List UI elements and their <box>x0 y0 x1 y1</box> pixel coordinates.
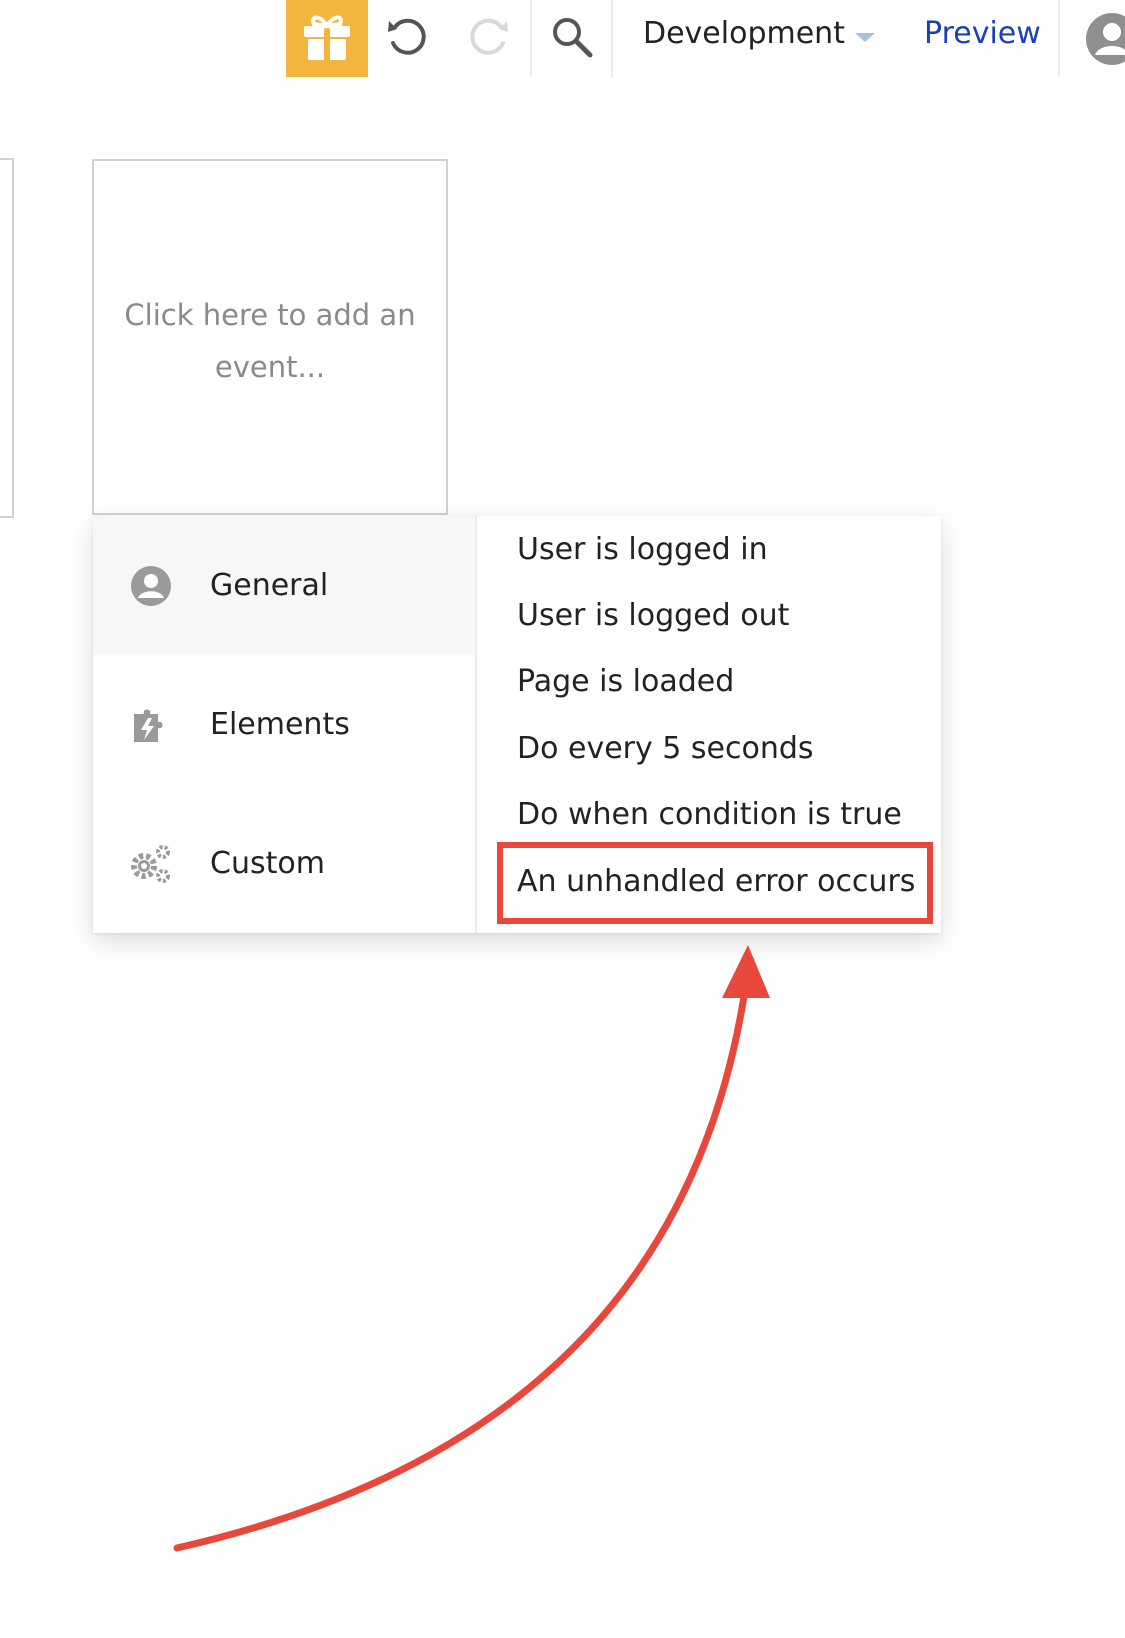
toolbar-divider <box>530 0 532 77</box>
category-label: General <box>210 568 329 603</box>
category-elements[interactable]: Elements <box>93 655 475 794</box>
toolbar-divider <box>1058 0 1060 77</box>
category-label: Custom <box>210 846 325 881</box>
chevron-down-icon[interactable] <box>855 33 875 42</box>
add-event-card[interactable]: Click here to add an event... <box>92 159 448 515</box>
toolbar-divider <box>611 0 613 77</box>
undo-icon <box>385 15 429 63</box>
gift-button[interactable] <box>286 0 368 77</box>
menu-item-do-when-condition-true[interactable]: Do when condition is true <box>517 795 902 835</box>
add-event-placeholder: Click here to add an event... <box>124 298 416 384</box>
puzzle-bolt-icon <box>129 703 173 747</box>
user-circle-icon <box>129 564 173 608</box>
menu-item-user-logged-out[interactable]: User is logged out <box>517 596 789 636</box>
preview-link[interactable]: Preview <box>924 14 1041 54</box>
environment-dropdown[interactable]: Development <box>643 14 845 54</box>
menu-item-do-every-5-seconds[interactable]: Do every 5 seconds <box>517 729 814 769</box>
redo-icon <box>467 15 511 63</box>
user-avatar-icon[interactable] <box>1084 11 1125 67</box>
gears-icon <box>129 842 173 886</box>
category-custom[interactable]: Custom <box>93 794 475 933</box>
category-general[interactable]: General <box>93 516 475 655</box>
menu-item-user-logged-in[interactable]: User is logged in <box>517 530 768 570</box>
top-toolbar: Development Preview <box>0 0 1125 77</box>
event-category-list: General Elements Custom <box>93 516 477 933</box>
search-icon <box>550 15 594 63</box>
workflow-event-card[interactable] <box>0 158 14 518</box>
highlight-box <box>497 842 933 924</box>
gift-icon <box>300 12 354 66</box>
category-label: Elements <box>210 707 350 742</box>
undo-button[interactable] <box>380 12 434 66</box>
search-button[interactable] <box>545 12 599 66</box>
menu-item-page-loaded[interactable]: Page is loaded <box>517 662 734 702</box>
redo-button[interactable] <box>462 12 516 66</box>
